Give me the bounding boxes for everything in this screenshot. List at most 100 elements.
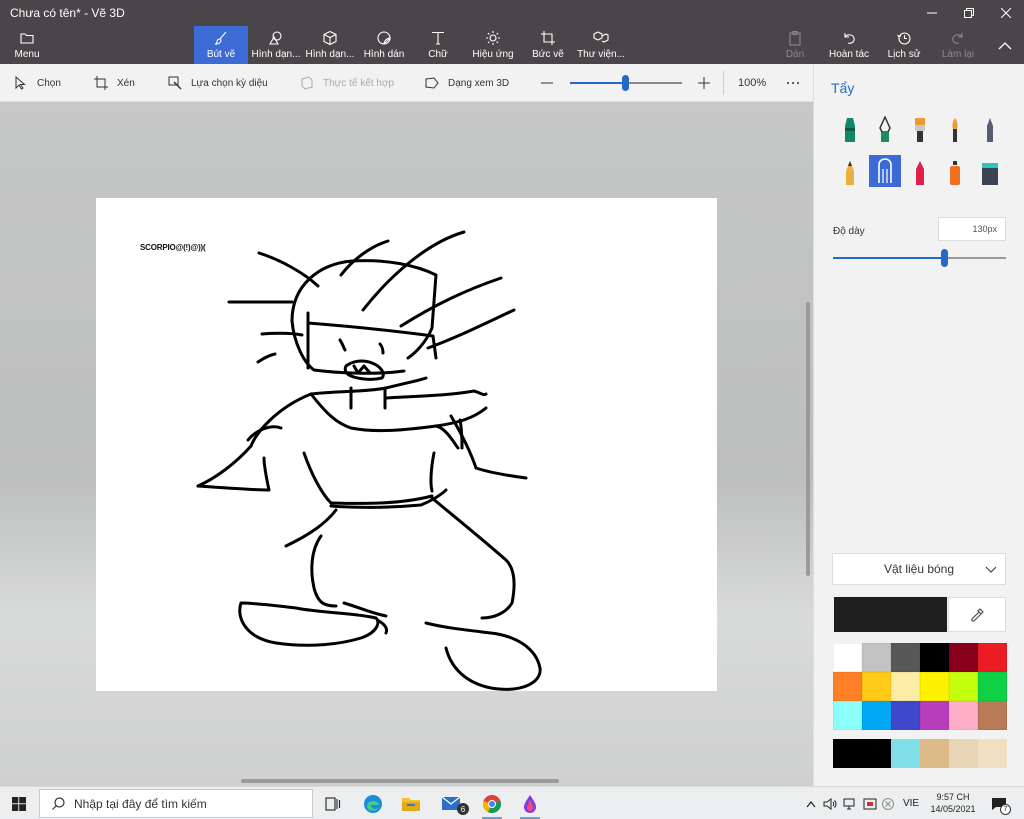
search-placeholder: Nhập tại đây để tìm kiếm <box>74 796 207 811</box>
mail-app[interactable]: 6 <box>434 787 472 819</box>
mixed-reality-button[interactable]: Thực tế kết hợp <box>300 64 394 102</box>
color-swatch-5[interactable] <box>949 643 978 672</box>
color-swatch-11[interactable] <box>949 672 978 701</box>
paste-button[interactable]: Dán <box>778 26 812 64</box>
sketch-figure <box>196 230 542 691</box>
crop-button[interactable]: Xén <box>94 64 135 102</box>
tool-effects[interactable]: Hiệu ứng <box>468 26 518 64</box>
current-color-swatch[interactable] <box>834 597 947 632</box>
3d-view-button[interactable]: Dạng xem 3D <box>425 64 509 102</box>
brush-marker[interactable] <box>834 114 866 146</box>
input-language-button[interactable]: VIE <box>900 787 922 819</box>
color-swatch-9[interactable] <box>891 672 920 701</box>
select-button[interactable]: Chọn <box>14 64 61 102</box>
mail-badge: 6 <box>457 803 469 815</box>
custom-color-swatch-5[interactable] <box>949 739 978 768</box>
color-swatch-3[interactable] <box>891 643 920 672</box>
color-swatch-13[interactable] <box>833 701 862 730</box>
minimize-button[interactable] <box>914 0 950 26</box>
tool-3d-shapes[interactable]: Hình dạn... <box>304 26 356 64</box>
brush-pencil[interactable] <box>834 157 866 189</box>
color-swatch-7[interactable] <box>833 672 862 701</box>
collapse-ribbon-button[interactable] <box>990 26 1020 64</box>
tool-2d-shapes[interactable]: Hình dạn... <box>250 26 302 64</box>
thickness-slider-thumb[interactable] <box>940 249 948 267</box>
zoom-in-button[interactable] <box>697 64 720 102</box>
taskbar-clock[interactable]: 9:57 CH 14/05/2021 <box>922 791 984 815</box>
taskbar-search-box[interactable]: Nhập tại đây để tìm kiếm <box>39 789 313 818</box>
zoom-out-button[interactable] <box>540 64 563 102</box>
mixed-reality-icon <box>301 76 313 90</box>
color-swatch-18[interactable] <box>978 701 1007 730</box>
color-swatch-16[interactable] <box>920 701 949 730</box>
color-swatch-6[interactable] <box>978 643 1007 672</box>
tray-app-button[interactable] <box>861 787 879 819</box>
color-swatch-1[interactable] <box>833 643 862 672</box>
brush-crayon[interactable] <box>904 157 936 189</box>
undo-button[interactable]: Hoàn tác <box>824 26 874 64</box>
color-swatch-17[interactable] <box>949 701 978 730</box>
zoom-slider-thumb[interactable] <box>621 75 629 91</box>
color-swatch-4[interactable] <box>920 643 949 672</box>
network-button[interactable] <box>841 787 859 819</box>
task-view-button[interactable] <box>314 787 352 819</box>
tool-label: Thư viện... <box>577 49 625 60</box>
restore-button[interactable] <box>951 0 987 26</box>
tool-stickers[interactable]: Hình dán <box>359 26 409 64</box>
close-button[interactable] <box>988 0 1024 26</box>
brush-calligraphy[interactable] <box>869 114 901 146</box>
chevron-down-icon <box>985 566 997 573</box>
minus-icon <box>541 82 553 84</box>
custom-color-swatch-6[interactable] <box>978 739 1007 768</box>
cursor-icon <box>15 76 26 90</box>
more-options-button[interactable] <box>786 64 809 102</box>
custom-color-swatch-2[interactable] <box>862 739 891 768</box>
thickness-input[interactable]: 130px <box>938 217 1006 241</box>
toolbar-divider <box>723 71 724 95</box>
file-explorer-app[interactable] <box>392 787 430 819</box>
tray-blocked-button[interactable] <box>879 787 897 819</box>
color-swatch-15[interactable] <box>891 701 920 730</box>
oil-brush-icon <box>915 118 925 142</box>
tool-text[interactable]: Chữ <box>416 26 460 64</box>
eyedropper-button[interactable] <box>948 597 1006 632</box>
magic-select-button[interactable]: Lựa chọn kỳ diệu <box>168 64 268 102</box>
menu-button[interactable]: Menu <box>0 26 54 64</box>
color-swatch-14[interactable] <box>862 701 891 730</box>
3d-shapes-icon <box>323 30 337 46</box>
color-swatch-10[interactable] <box>920 672 949 701</box>
brush-spray-can[interactable] <box>939 157 971 189</box>
zoom-slider[interactable] <box>570 75 682 91</box>
color-swatch-12[interactable] <box>978 672 1007 701</box>
magic-select-label: Lựa chọn kỳ diệu <box>191 77 268 89</box>
brush-watercolor[interactable] <box>939 114 971 146</box>
brush-eraser[interactable] <box>869 155 901 187</box>
custom-color-swatch-4[interactable] <box>920 739 949 768</box>
horizontal-scrollbar[interactable] <box>241 779 559 783</box>
brush-fill[interactable] <box>974 157 1006 189</box>
color-swatch-2[interactable] <box>862 643 891 672</box>
thickness-slider[interactable] <box>833 249 1006 267</box>
custom-color-swatch-3[interactable] <box>891 739 920 768</box>
zoom-level[interactable]: 100% <box>738 64 766 102</box>
redo-button[interactable]: Làm lại <box>936 26 980 64</box>
tool-brushes[interactable]: Bút vẽ <box>194 26 248 64</box>
edge-app[interactable] <box>354 787 392 819</box>
brush-oil[interactable] <box>904 114 936 146</box>
effects-icon <box>486 31 500 45</box>
volume-button[interactable] <box>821 787 839 819</box>
tool-canvas[interactable]: Bức vẽ <box>526 26 570 64</box>
history-button[interactable]: Lịch sử <box>882 26 926 64</box>
start-button[interactable] <box>0 787 38 819</box>
material-dropdown[interactable]: Vật liệu bóng <box>832 553 1006 585</box>
custom-color-swatch-1[interactable] <box>833 739 862 768</box>
chrome-app[interactable] <box>473 787 511 819</box>
color-swatch-8[interactable] <box>862 672 891 701</box>
action-center-button[interactable]: 7 <box>986 787 1012 819</box>
tool-3d-library[interactable]: Thư viện... <box>574 26 628 64</box>
brush-pixel-pen[interactable] <box>974 114 1006 146</box>
show-hidden-icons-button[interactable] <box>803 787 819 819</box>
paint-3d-app[interactable] <box>511 787 549 819</box>
drawing-canvas[interactable]: SCORPIO@(!)@))( <box>96 198 717 691</box>
vertical-scrollbar[interactable] <box>806 302 810 576</box>
